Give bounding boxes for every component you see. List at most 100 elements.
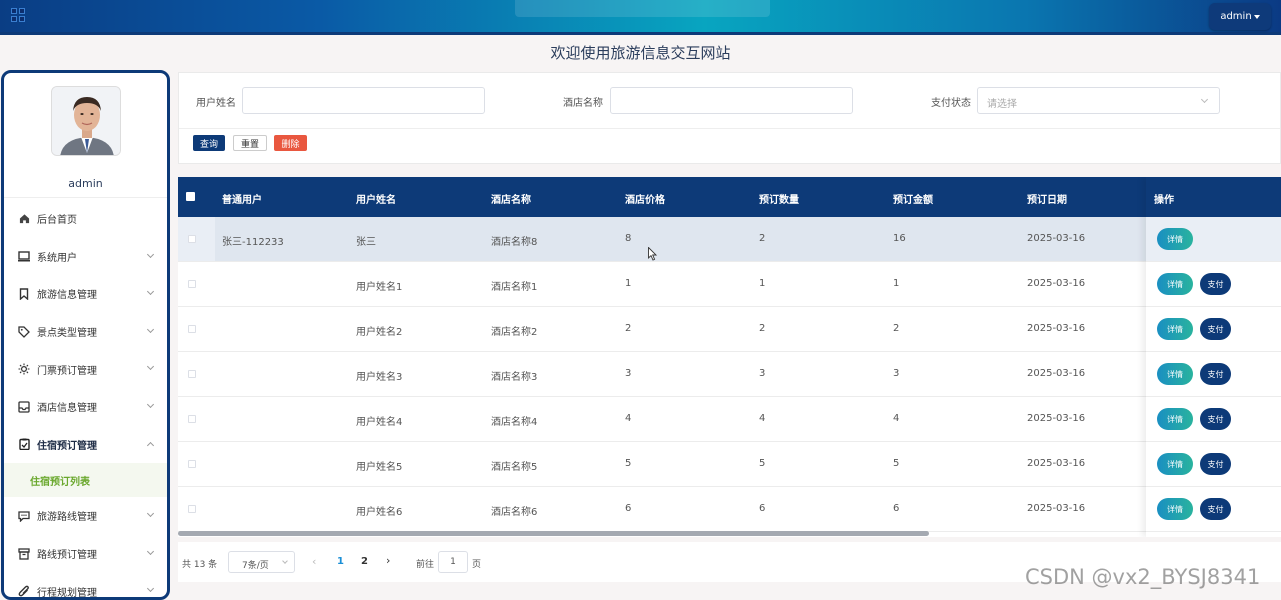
site-title: 欢迎使用旅游信息交互网站 — [550, 44, 731, 62]
total-count: 共 13 条 — [182, 560, 218, 570]
detail-button[interactable]: 详情 — [1157, 273, 1193, 295]
cell-qty: 5 — [759, 458, 766, 469]
detail-button[interactable]: 详情 — [1157, 498, 1193, 520]
column-header: 操作 — [1146, 177, 1281, 217]
username-input[interactable] — [242, 87, 485, 114]
column-header[interactable]: 用户姓名 — [356, 191, 396, 206]
detail-button[interactable]: 详情 — [1157, 318, 1193, 340]
ops-cell: 详情 支付 — [1146, 397, 1281, 442]
chat-icon — [18, 510, 30, 522]
watermark: CSDN @vx2_BYSJ8341 — [1025, 565, 1261, 589]
avatar — [51, 86, 121, 156]
sidebar-item-label: 旅游信息管理 — [37, 290, 97, 302]
table-row[interactable]: 用户姓名4 酒店名称4 4 4 4 2025-03-16 — [178, 397, 1281, 442]
sidebar-item-label: 门票预订管理 — [37, 365, 97, 377]
user-menu-label: admin — [1220, 11, 1252, 22]
row-checkbox[interactable] — [188, 505, 196, 513]
hotel-name-label: 酒店名称 — [563, 98, 603, 109]
table-row[interactable]: 用户姓名1 酒店名称1 1 1 1 2025-03-16 — [178, 262, 1281, 307]
sidebar-item-home[interactable]: 后台首页 — [4, 200, 167, 238]
sidebar-item-spot-types[interactable]: 景点类型管理 — [4, 313, 167, 351]
pay-button[interactable]: 支付 — [1200, 363, 1231, 385]
pay-button[interactable]: 支付 — [1200, 453, 1231, 475]
column-header[interactable]: 普通用户 — [222, 191, 262, 206]
table-row[interactable]: 用户姓名3 酒店名称3 3 3 3 2025-03-16 — [178, 352, 1281, 397]
row-checkbox[interactable] — [188, 415, 196, 423]
ops-cell: 详情 支付 — [1146, 262, 1281, 307]
paperclip-icon — [18, 585, 30, 597]
horizontal-scrollbar[interactable] — [178, 531, 929, 536]
ops-cell: 详情 支付 — [1146, 307, 1281, 352]
table-row[interactable]: 张三-112233 张三 酒店名称8 8 2 16 2025-03-16 — [178, 217, 1281, 262]
goto-page-input[interactable]: 1 — [438, 551, 468, 573]
inbox-icon — [18, 401, 30, 413]
top-bar: admin — [0, 0, 1281, 35]
column-header[interactable]: 酒店名称 — [491, 191, 531, 206]
chevron-down-icon — [146, 585, 155, 593]
cell-amount: 16 — [893, 233, 906, 244]
chevron-down-icon — [1200, 95, 1209, 104]
pay-button[interactable]: 支付 — [1200, 318, 1231, 340]
cell-date: 2025-03-16 — [1027, 323, 1086, 334]
row-checkbox[interactable] — [188, 460, 196, 468]
chevron-down-icon — [146, 325, 155, 333]
select-all-checkbox[interactable] — [186, 192, 195, 201]
sidebar-item-ticket-booking[interactable]: 门票预订管理 — [4, 350, 167, 388]
pay-button[interactable]: 支付 — [1200, 498, 1231, 520]
column-header[interactable]: 酒店价格 — [625, 191, 665, 206]
delete-button[interactable]: 删除 — [274, 135, 307, 151]
sidebar-item-itinerary[interactable]: 行程规划管理 — [4, 572, 167, 597]
cell-qty: 2 — [759, 233, 766, 244]
submenu-item-lodging-booking-list[interactable]: 住宿预订列表 — [4, 463, 167, 498]
divider — [4, 197, 167, 198]
table-row[interactable]: 用户姓名5 酒店名称5 5 5 5 2025-03-16 — [178, 442, 1281, 487]
column-header[interactable]: 预订数量 — [759, 191, 799, 206]
pay-button[interactable]: 支付 — [1200, 273, 1231, 295]
cell-user: 张三-112233 — [222, 237, 284, 248]
pay-status-label: 支付状态 — [931, 98, 971, 109]
cell-amount: 1 — [893, 278, 900, 289]
sidebar-item-system-users[interactable]: 系统用户 — [4, 238, 167, 276]
pay-status-placeholder: 请选择 — [987, 99, 1017, 110]
detail-button[interactable]: 详情 — [1157, 408, 1193, 430]
query-button[interactable]: 查询 — [193, 135, 225, 151]
user-menu-button[interactable]: admin — [1209, 3, 1271, 30]
table-header: 普通用户 用户姓名 酒店名称 酒店价格 预订数量 预订金额 预订日期 — [178, 177, 1281, 217]
cell-name: 用户姓名4 — [356, 417, 403, 428]
column-header[interactable]: 预订日期 — [1027, 191, 1067, 206]
row-checkbox[interactable] — [188, 280, 196, 288]
row-checkbox[interactable] — [188, 370, 196, 378]
sidebar-item-lodging-booking[interactable]: 住宿预订管理 — [4, 426, 167, 464]
next-page-icon[interactable]: › — [386, 554, 390, 567]
hotel-name-input[interactable] — [610, 87, 853, 114]
sidebar-item-route-booking[interactable]: 路线预订管理 — [4, 535, 167, 573]
cell-hotel: 酒店名称3 — [491, 372, 538, 383]
sidebar-item-travel-info[interactable]: 旅游信息管理 — [4, 275, 167, 313]
sidebar-item-hotel-info[interactable]: 酒店信息管理 — [4, 388, 167, 426]
cell-hotel: 酒店名称5 — [491, 462, 538, 473]
username-label: 用户姓名 — [196, 98, 236, 109]
prev-page-icon[interactable]: ‹ — [312, 555, 316, 568]
page-number-1[interactable]: 1 — [337, 556, 344, 567]
reset-button[interactable]: 重置 — [233, 135, 267, 151]
page-size-value: 7条/页 — [242, 561, 269, 571]
sidebar-item-travel-routes[interactable]: 旅游路线管理 — [4, 497, 167, 535]
menu-grid-icon[interactable] — [11, 8, 25, 22]
row-checkbox[interactable] — [188, 235, 196, 243]
table-row[interactable]: 用户姓名6 酒店名称6 6 6 6 2025-03-16 — [178, 487, 1281, 532]
column-header[interactable]: 预订金额 — [893, 191, 933, 206]
detail-button[interactable]: 详情 — [1157, 453, 1193, 475]
page-suffix-label: 页 — [472, 560, 482, 570]
ops-cell: 详情 支付 — [1146, 442, 1281, 487]
pay-button[interactable]: 支付 — [1200, 408, 1231, 430]
pay-status-select[interactable]: 请选择 — [977, 87, 1220, 114]
row-checkbox[interactable] — [188, 325, 196, 333]
page-number-2[interactable]: 2 — [361, 556, 368, 567]
chevron-up-icon — [146, 441, 155, 449]
cell-qty: 2 — [759, 323, 766, 334]
detail-button[interactable]: 详情 — [1157, 228, 1193, 250]
table-row[interactable]: 用户姓名2 酒店名称2 2 2 2 2025-03-16 — [178, 307, 1281, 352]
detail-button[interactable]: 详情 — [1157, 363, 1193, 385]
page-size-select[interactable]: 7条/页 — [228, 551, 295, 573]
cell-date: 2025-03-16 — [1027, 503, 1086, 514]
